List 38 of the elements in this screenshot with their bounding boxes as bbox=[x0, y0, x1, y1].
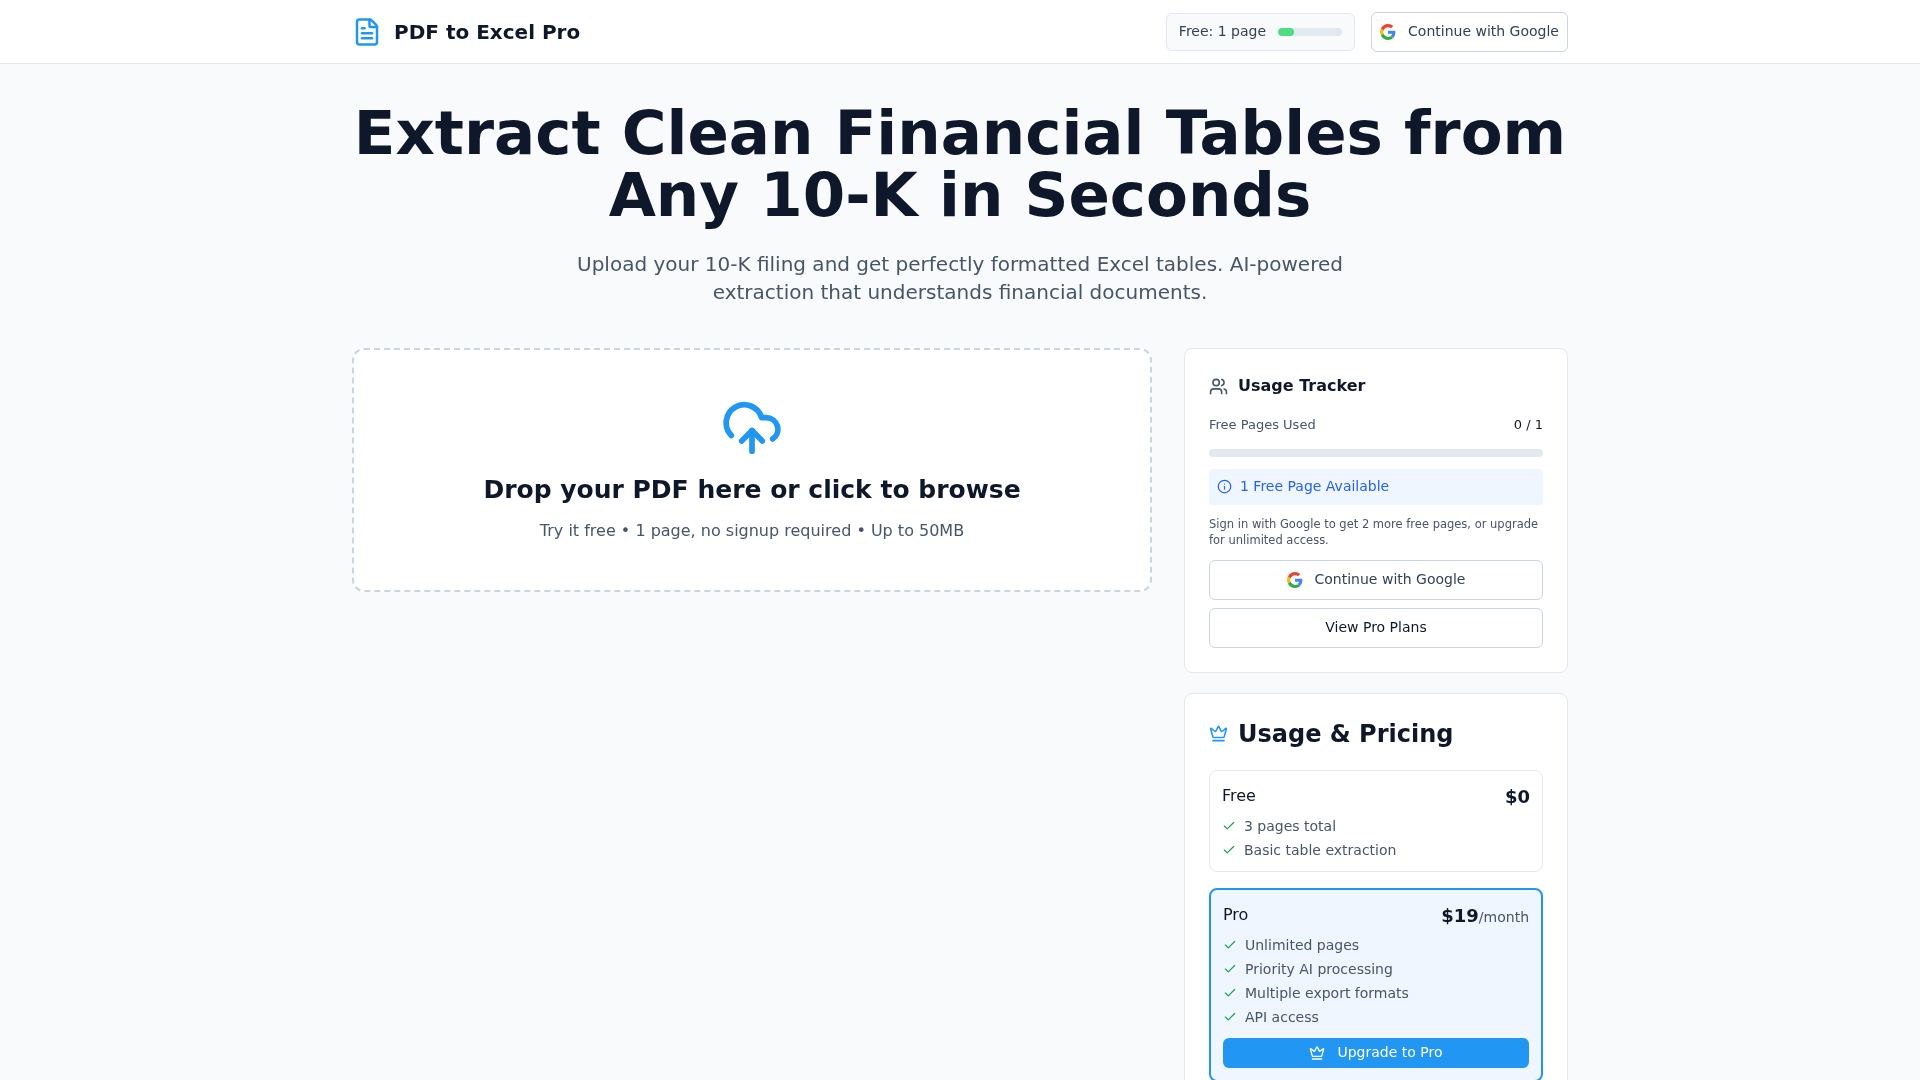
google-icon bbox=[1380, 23, 1397, 40]
dropzone-hint: Try it free • 1 page, no signup required • Up to 50MB bbox=[539, 519, 965, 542]
sign-in-note: Sign in with Google to get 2 more free pages, or upgrade for unlimited access. bbox=[1209, 515, 1540, 548]
google-sign-in-button[interactable]: Continue with Google bbox=[1209, 559, 1543, 600]
view-plans-button[interactable]: View Pro Plans bbox=[1209, 607, 1543, 648]
pricing-title: Usage & Pricing bbox=[1238, 718, 1454, 750]
plan-price: $0 bbox=[1504, 784, 1530, 809]
quota-label: Free: 1 page bbox=[1178, 22, 1267, 41]
crown-icon bbox=[1209, 724, 1228, 743]
pdf-dropzone[interactable]: Drop your PDF here or click to browse Try it free • 1 page, no signup required • Up to 50MB bbox=[352, 348, 1152, 592]
free-pages-label: Free Pages Used bbox=[1209, 416, 1316, 434]
plan-feature: Unlimited pages bbox=[1245, 935, 1360, 955]
plan-feature: 3 pages total bbox=[1244, 816, 1337, 836]
hero-subtitle: Upload your 10-K filing and get perfectly formatted Excel tables. AI-powered extraction that understands financial documents. bbox=[576, 251, 1344, 306]
free-pages-count: 0 / 1 bbox=[1513, 416, 1543, 434]
plan-name: Free bbox=[1222, 785, 1256, 807]
plan-period: /month bbox=[1478, 907, 1529, 927]
info-icon bbox=[1217, 479, 1232, 494]
plan-feature: Multiple export formats bbox=[1245, 983, 1409, 1003]
plan-feature: Priority AI processing bbox=[1245, 959, 1393, 979]
plan-feature: API access bbox=[1245, 1007, 1319, 1027]
tracker-title: Usage Tracker bbox=[1238, 375, 1366, 397]
notice-text: 1 Free Page Available bbox=[1240, 477, 1390, 496]
app-name: PDF to Excel Pro bbox=[394, 18, 581, 46]
check-icon bbox=[1222, 843, 1236, 857]
check-icon bbox=[1223, 938, 1237, 952]
check-icon bbox=[1222, 819, 1236, 833]
dropzone-title: Drop your PDF here or click to browse bbox=[483, 474, 1021, 507]
check-icon bbox=[1223, 986, 1237, 1000]
crown-icon bbox=[1309, 1044, 1326, 1061]
plan-name: Pro bbox=[1223, 904, 1249, 926]
check-icon bbox=[1223, 1010, 1237, 1024]
google-icon bbox=[1286, 571, 1303, 588]
google-sign-in-button[interactable]: Continue with Google bbox=[1371, 11, 1568, 52]
plan-feature: Basic table extraction bbox=[1244, 840, 1397, 860]
plan-price: $19 bbox=[1441, 903, 1479, 928]
users-icon bbox=[1209, 376, 1228, 396]
check-icon bbox=[1223, 962, 1237, 976]
